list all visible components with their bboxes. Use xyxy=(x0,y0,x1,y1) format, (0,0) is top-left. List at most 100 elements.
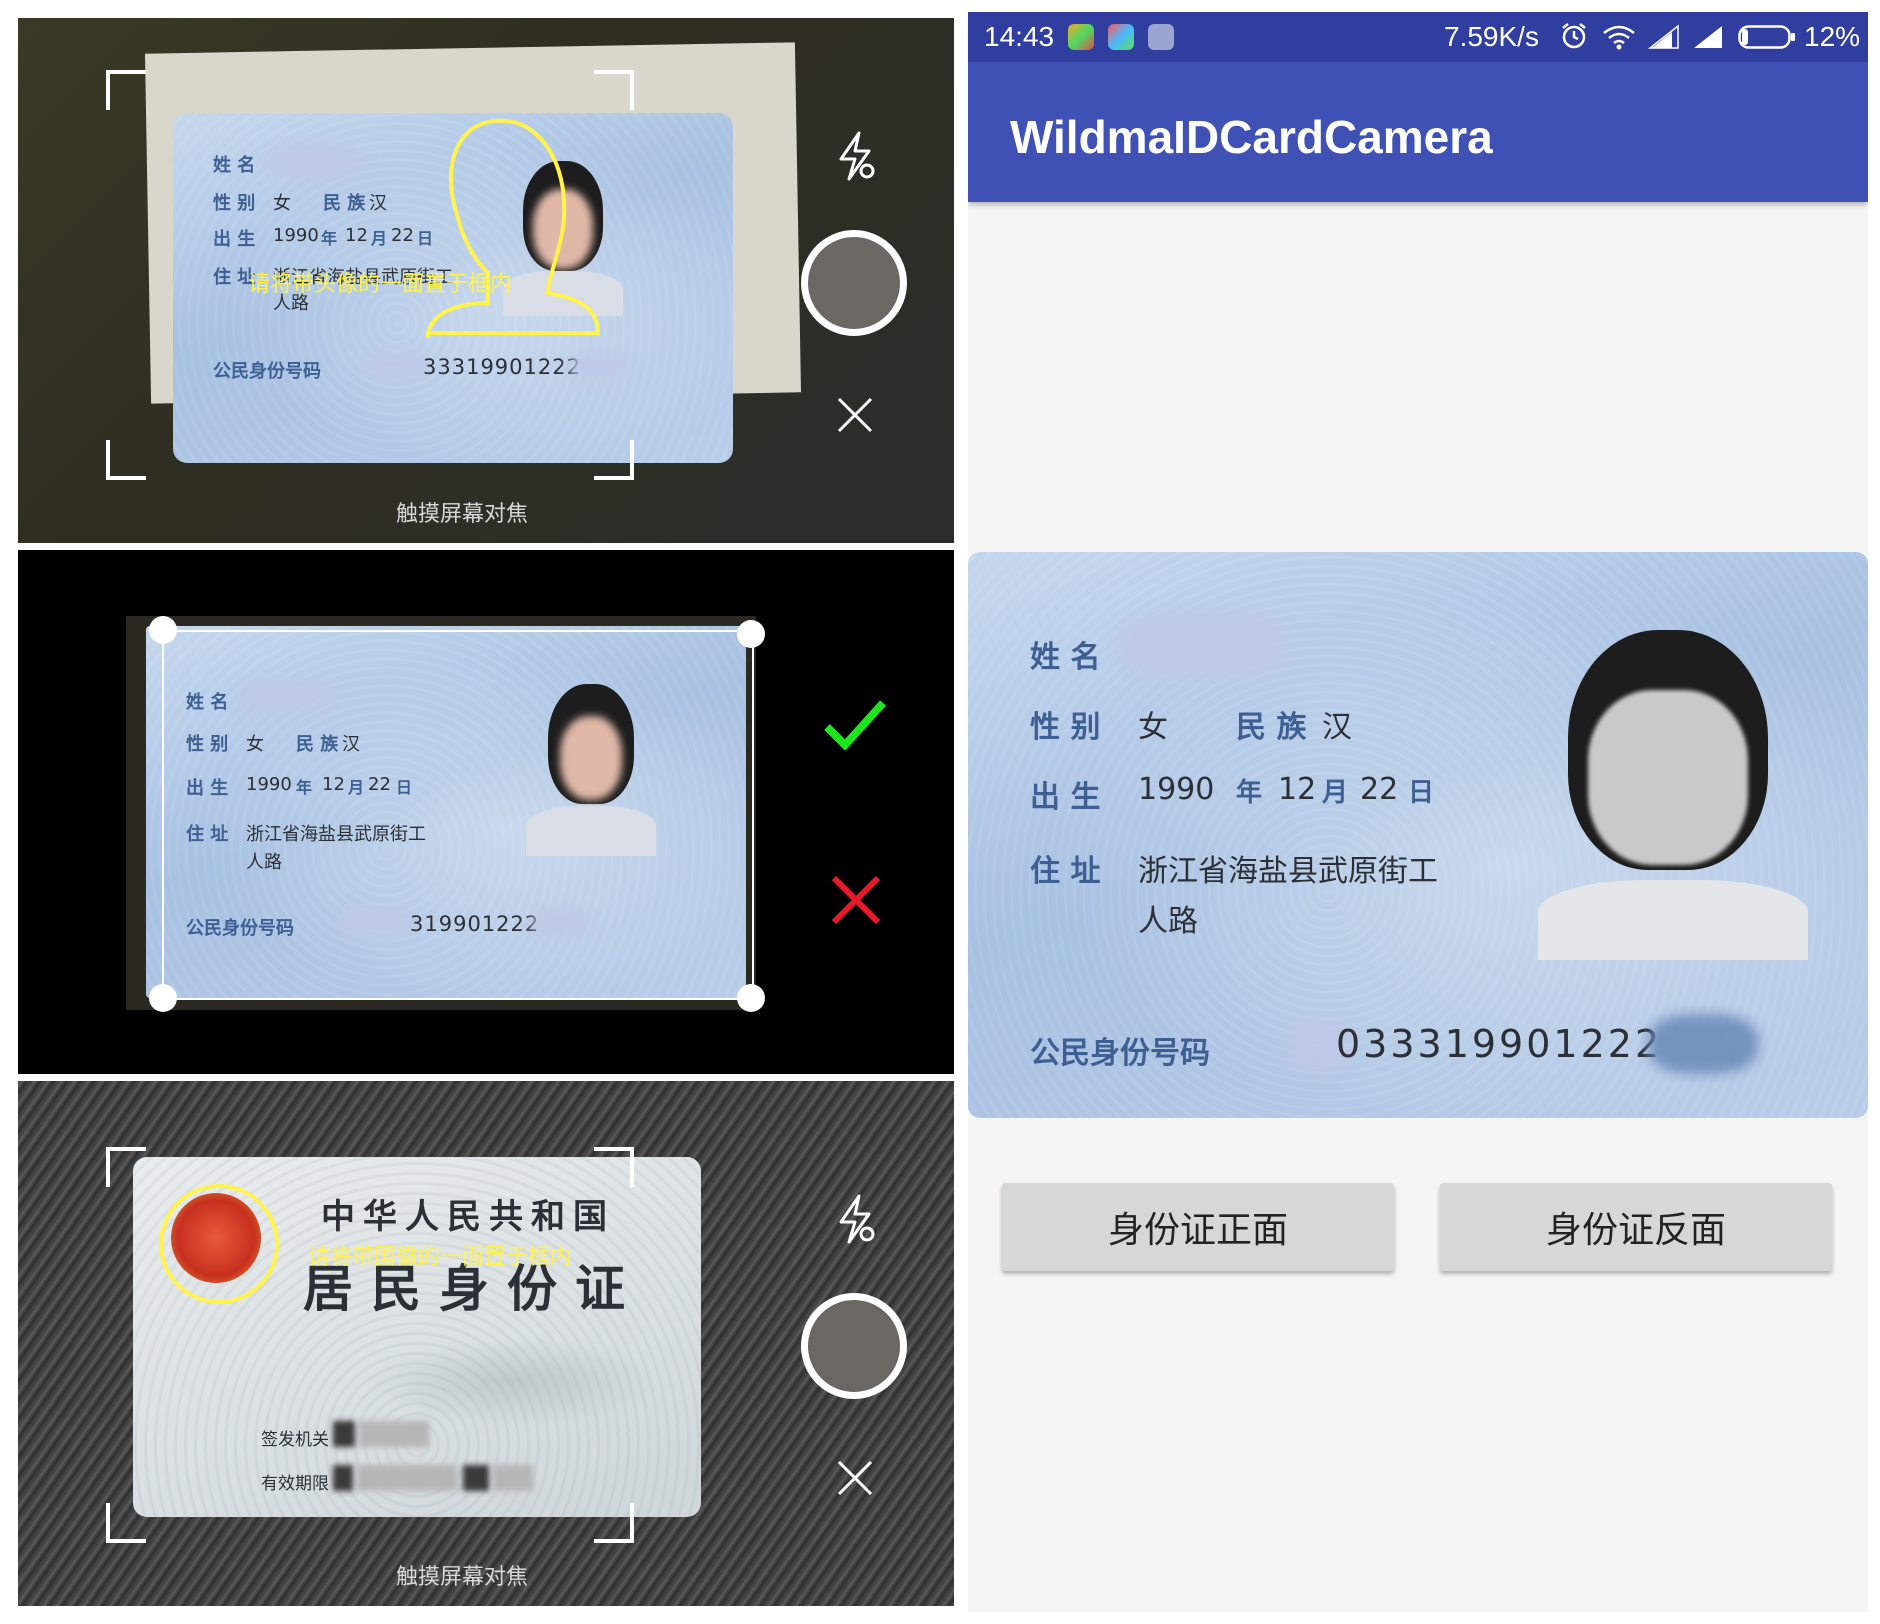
status-bar: 14:43 7.59K/s 12% xyxy=(968,12,1868,62)
preview-month-char: 月 xyxy=(1322,778,1349,808)
crop-handle-top-left[interactable] xyxy=(149,616,177,644)
frame-corner-bottom-right xyxy=(594,1503,634,1543)
shutter-button[interactable] xyxy=(801,230,907,336)
crop-selection-rect[interactable] xyxy=(162,630,754,1000)
blurred-name xyxy=(265,143,365,179)
cancel-button[interactable] xyxy=(826,870,886,930)
card-name-label: 姓 名 xyxy=(213,155,256,176)
confirm-check-icon xyxy=(824,700,886,751)
id-back-button[interactable]: 身份证反面 xyxy=(1440,1183,1832,1271)
frame-corner-top-left xyxy=(106,70,146,110)
preview-address-label: 住 址 xyxy=(1030,854,1101,889)
preview-ethnic-label: 民 族 xyxy=(1236,710,1307,745)
preview-name-label: 姓 名 xyxy=(1030,640,1101,675)
app-screen: 14:43 7.59K/s 12% WildmaIDCardCamera 姓 名… xyxy=(968,12,1868,1612)
preview-sex-value: 女 xyxy=(1138,710,1168,745)
frame-corner-bottom-right xyxy=(594,440,634,480)
battery-icon xyxy=(1738,25,1795,49)
emblem-outline-guide-icon xyxy=(159,1184,279,1304)
card-id-number: 33319901222 xyxy=(423,355,581,379)
preview-ethnic-value: 汉 xyxy=(1322,710,1352,745)
frame-corner-top-right xyxy=(594,1147,634,1187)
crop-confirm-panel: 姓 名 性 别 女 民 族 汉 出 生 1990 年 12 月 22 日 住 址… xyxy=(18,550,954,1074)
card-sex-value: 女 xyxy=(273,193,291,214)
blurred-id-suffix xyxy=(568,351,628,381)
status-time: 14:43 xyxy=(984,21,1055,52)
id-card-preview-image: 姓 名 性 别 女 民 族 汉 出 生 1990 年 12 月 22 日 住 址… xyxy=(968,552,1868,1118)
camera-preview-back[interactable]: 中华人民共和国 居民身份证 签发机关 有效期限 请将带国徽的一面置于框内 触摸屏… xyxy=(18,1081,954,1606)
close-icon xyxy=(837,1460,873,1496)
preview-sex-label: 性 别 xyxy=(1030,710,1101,745)
frame-corner-bottom-left xyxy=(106,440,146,480)
preview-birth-day: 22 xyxy=(1360,772,1399,807)
flash-toggle-button[interactable] xyxy=(830,126,880,186)
preview-birth-year: 1990 xyxy=(1138,772,1215,807)
crop-handle-top-right[interactable] xyxy=(737,620,765,648)
app-title: WildmaIDCardCamera xyxy=(1010,111,1493,163)
card-ethnic-value: 汉 xyxy=(369,193,387,214)
wifi-icon xyxy=(1603,25,1635,50)
preview-id-label: 公民身份号码 xyxy=(1030,1036,1210,1071)
preview-year-char: 年 xyxy=(1236,778,1263,808)
great-wall-pattern xyxy=(363,1337,663,1427)
card-ethnic-label: 民 族 xyxy=(323,193,366,214)
blurred-id-suffix xyxy=(1648,1014,1758,1074)
shutter-button[interactable] xyxy=(801,1293,907,1399)
preview-id-number: 033319901222 xyxy=(1336,1022,1663,1066)
flash-off-icon xyxy=(839,131,875,181)
blurred-id-prefix xyxy=(363,351,427,381)
card-birth-day: 22 xyxy=(391,225,414,246)
card-year-char: 年 xyxy=(321,229,338,248)
app-notification-icon xyxy=(1068,24,1094,50)
head-outline-guide-icon xyxy=(426,118,601,338)
preview-address-line2: 人路 xyxy=(1138,904,1198,939)
crop-handle-bottom-right[interactable] xyxy=(737,984,765,1012)
card-validity-label: 有效期限 xyxy=(261,1474,329,1494)
card-month-char: 月 xyxy=(371,229,388,248)
signal-icon xyxy=(1648,24,1679,49)
card-sex-label: 性 别 xyxy=(213,193,256,214)
card-birth-label: 出 生 xyxy=(213,229,256,250)
frame-corner-top-left xyxy=(106,1147,146,1187)
camera-preview-front[interactable]: 姓 名 性 别 女 民 族 汉 出 生 1990 年 12 月 22 日 住 址… xyxy=(18,18,954,543)
front-hint-text: 请将带头像的一面置于框内 xyxy=(248,272,513,297)
preview-birth-month: 12 xyxy=(1278,772,1317,807)
blurred-validity-3 xyxy=(463,1465,489,1491)
blurred-issuer-2 xyxy=(359,1421,429,1447)
close-button[interactable] xyxy=(830,1453,880,1503)
alarm-icon xyxy=(1562,23,1586,49)
preview-day-char: 日 xyxy=(1408,778,1435,808)
touch-focus-text: 触摸屏幕对焦 xyxy=(395,502,528,527)
flash-toggle-button[interactable] xyxy=(830,1189,880,1249)
crop-handle-bottom-left[interactable] xyxy=(149,984,177,1012)
flash-off-icon xyxy=(839,1194,875,1244)
close-icon xyxy=(837,397,873,433)
back-hint-text: 请将带国徽的一面置于框内 xyxy=(308,1245,573,1270)
app-notification-icon xyxy=(1148,24,1174,50)
status-battery: 12% xyxy=(1804,21,1861,52)
frame-corner-top-right xyxy=(594,70,634,110)
card-birth-month: 12 xyxy=(345,225,368,246)
blurred-validity xyxy=(333,1465,353,1491)
blurred-validity-2 xyxy=(357,1465,457,1491)
card-back-line1: 中华人民共和国 xyxy=(321,1197,615,1237)
status-net-speed: 7.59K/s xyxy=(1444,21,1539,52)
card-id-label: 公民身份号码 xyxy=(213,361,321,382)
confirm-button[interactable] xyxy=(820,690,890,760)
blurred-issuer xyxy=(333,1421,355,1447)
card-issuer-label: 签发机关 xyxy=(261,1430,329,1450)
portrait-photo xyxy=(1538,630,1808,960)
app-notification-icon xyxy=(1108,24,1134,50)
touch-focus-text: 触摸屏幕对焦 xyxy=(395,1565,528,1590)
blurred-validity-4 xyxy=(493,1465,533,1491)
preview-birth-label: 出 生 xyxy=(1030,780,1101,815)
signal-icon xyxy=(1694,26,1722,48)
card-birth-year: 1990 xyxy=(273,225,319,246)
id-front-button[interactable]: 身份证正面 xyxy=(1002,1183,1394,1271)
cancel-x-icon xyxy=(831,875,881,925)
frame-corner-bottom-left xyxy=(106,1503,146,1543)
blurred-name xyxy=(1118,610,1288,680)
close-button[interactable] xyxy=(830,390,880,440)
preview-address-line1: 浙江省海盐县武原街工 xyxy=(1138,854,1438,889)
app-toolbar: WildmaIDCardCamera xyxy=(968,62,1868,202)
